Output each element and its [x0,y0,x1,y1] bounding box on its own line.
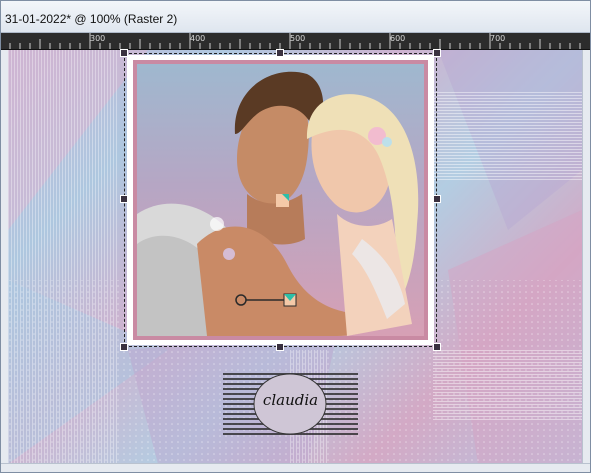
watermark-logo: claudia [223,371,358,437]
pivot-icon[interactable] [273,191,293,211]
image-window: 31-01-2022* @ 100% (Raster 2) 300 400 50… [0,0,591,473]
resize-handle-right[interactable] [433,195,441,203]
window-title: 31-01-2022* @ 100% (Raster 2) [5,12,178,26]
resize-handle-top-right[interactable] [433,49,441,57]
rotate-handle-icon[interactable] [231,289,301,309]
ruler-label-700: 700 [490,34,506,43]
ruler-label-400: 400 [190,34,206,43]
resize-handle-left[interactable] [120,195,128,203]
ruler-label-600: 600 [390,34,406,43]
resize-handle-bottom-right[interactable] [433,343,441,351]
ruler-label-500: 500 [290,34,306,43]
vertical-scrollbar[interactable] [582,50,590,464]
resize-handle-top[interactable] [276,49,284,57]
resize-handle-bottom[interactable] [276,343,284,351]
ruler-label-300: 300 [90,34,106,43]
horizontal-ruler[interactable]: 300 400 500 600 700 [1,33,590,50]
resize-handle-top-left[interactable] [120,49,128,57]
resize-handle-bottom-left[interactable] [120,343,128,351]
watermark-text: claudia [262,391,319,409]
title-bar[interactable]: 31-01-2022* @ 100% (Raster 2) [1,1,590,33]
horizontal-scrollbar[interactable] [1,463,590,472]
